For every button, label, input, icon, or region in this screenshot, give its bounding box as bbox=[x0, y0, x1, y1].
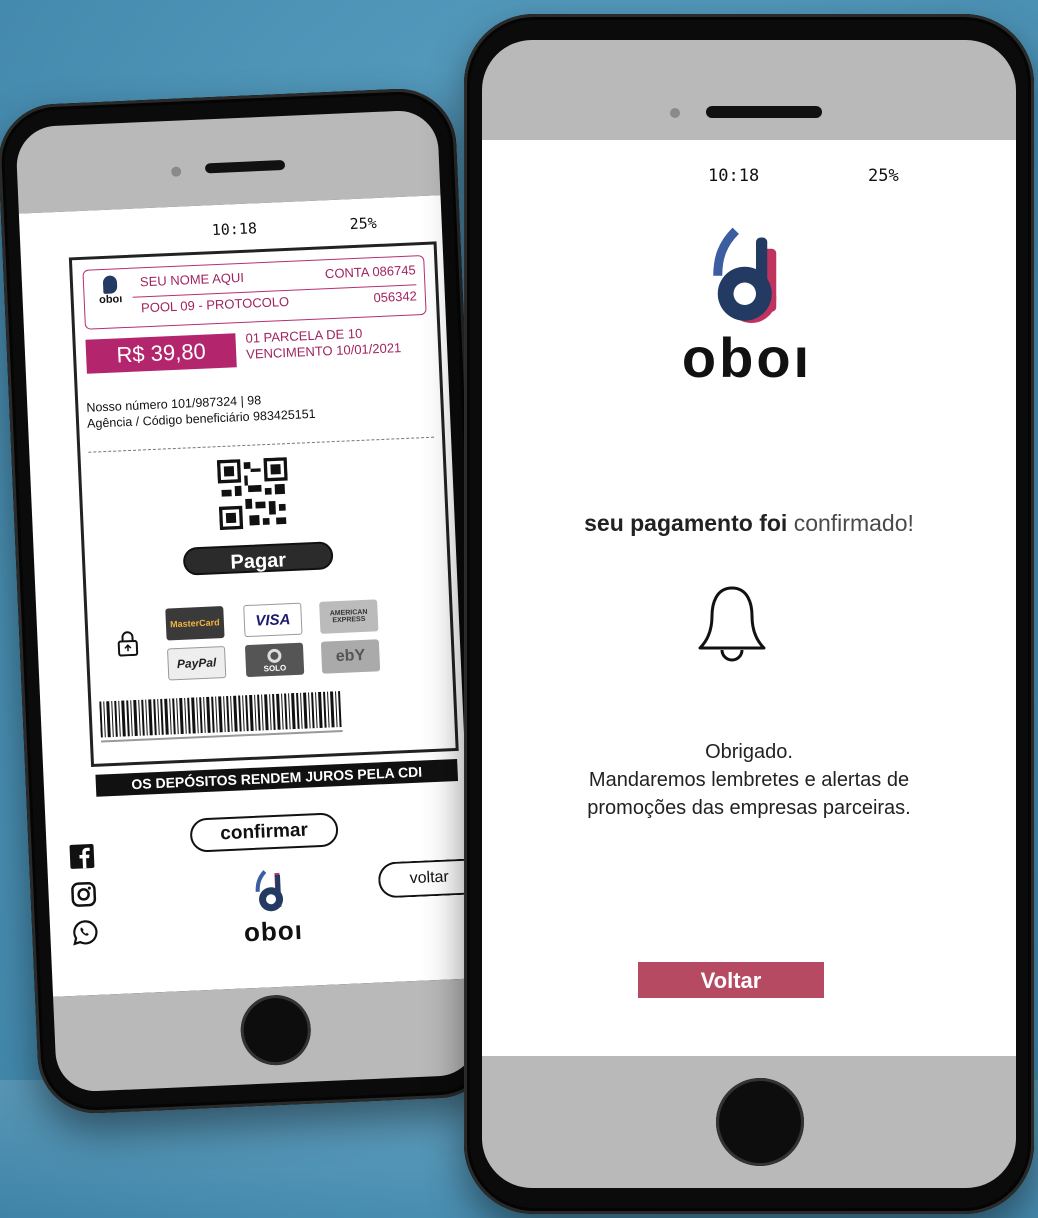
solo-label: SOLO bbox=[263, 662, 287, 673]
front-camera bbox=[670, 108, 680, 118]
account-number: CONTA 086745 bbox=[324, 262, 417, 282]
instagram-icon[interactable] bbox=[70, 881, 97, 908]
mastercard-icon: MasterCard bbox=[165, 606, 225, 641]
solo-mark-icon bbox=[267, 648, 282, 663]
solo-icon: SOLO bbox=[244, 642, 305, 678]
amount-badge: R$ 39,80 bbox=[85, 333, 237, 374]
boleto-card: oboı SEU NOME AQUI CONTA 086745 POOL 09 … bbox=[68, 241, 459, 767]
home-button[interactable] bbox=[716, 1078, 804, 1166]
logo-wordmark: oboı bbox=[243, 914, 304, 948]
facebook-icon[interactable] bbox=[68, 843, 95, 870]
dashed-divider bbox=[88, 436, 435, 453]
back-button[interactable]: Voltar bbox=[638, 962, 824, 998]
logo-mark-icon bbox=[713, 227, 777, 323]
status-battery: 25% bbox=[868, 166, 899, 186]
front-camera bbox=[170, 166, 182, 177]
pay-button[interactable]: Pagar bbox=[182, 541, 334, 576]
oboi-mini-logo: oboı bbox=[92, 275, 129, 307]
back-button-small[interactable]: voltar bbox=[377, 858, 475, 899]
confirm-text-part1: seu pagamento foi bbox=[584, 510, 788, 536]
status-time: 10:18 bbox=[211, 219, 258, 240]
logo-wordmark: oboı bbox=[98, 293, 123, 307]
bottom-bezel bbox=[53, 978, 479, 1093]
thanks-line-1: Obrigado. bbox=[705, 741, 793, 763]
status-battery: 25% bbox=[349, 213, 378, 234]
status-time: 10:18 bbox=[708, 166, 760, 186]
confirmation-screen: 10:18 25% oboı seu pagamento foi confirm… bbox=[482, 140, 1016, 1056]
ebay-icon: ebY bbox=[320, 639, 381, 674]
logo-mark-icon bbox=[255, 870, 284, 912]
boleto-header: oboı SEU NOME AQUI CONTA 086745 POOL 09 … bbox=[82, 254, 427, 330]
thanks-message: Obrigado. Mandaremos lembretes e alertas… bbox=[482, 738, 1016, 822]
installment-info: 01 PARCELA DE 10 VENCIMENTO 10/01/2021 bbox=[245, 324, 401, 363]
cdi-banner: OS DEPÓSITOS RENDEM JUROS PELA CDI bbox=[95, 758, 459, 797]
top-bezel bbox=[482, 40, 1016, 140]
thanks-line-3: promoções das empresas parceiras. bbox=[587, 797, 911, 819]
whatsapp-icon[interactable] bbox=[72, 919, 99, 946]
boleto-screen: 10:18 25% oboı SEU NOME AQUI CONTA 08674… bbox=[18, 195, 475, 997]
protocol-number: 056342 bbox=[373, 288, 418, 306]
oboi-logo: oboı bbox=[662, 226, 832, 390]
amex-icon: AMERICAN EXPRESS bbox=[319, 599, 379, 634]
home-button[interactable] bbox=[239, 993, 313, 1067]
paypal-icon: PayPal bbox=[166, 646, 227, 681]
qr-code-icon[interactable] bbox=[216, 457, 290, 531]
barcode-icon bbox=[99, 691, 343, 743]
account-holder-name: SEU NOME AQUI bbox=[139, 269, 245, 290]
phone-left: 10:18 25% oboı SEU NOME AQUI CONTA 08674… bbox=[0, 86, 498, 1116]
earpiece-speaker bbox=[204, 159, 286, 174]
payment-confirmed-message: seu pagamento foi confirmado! bbox=[482, 510, 1016, 537]
thanks-line-2: Mandaremos lembretes e alertas de bbox=[588, 769, 910, 791]
pool-label: POOL 09 - PROTOCOLO bbox=[140, 293, 290, 316]
bell-icon bbox=[698, 586, 766, 662]
confirm-text-part2: confirmado! bbox=[793, 510, 914, 536]
earpiece-speaker bbox=[706, 106, 822, 118]
lock-icon bbox=[116, 630, 139, 663]
phone-right: 10:18 25% oboı seu pagamento foi confirm… bbox=[464, 14, 1034, 1214]
confirm-button[interactable]: confirmar bbox=[189, 812, 339, 853]
bottom-logo: oboı bbox=[226, 867, 319, 949]
logo-wordmark: oboı bbox=[681, 326, 813, 389]
logo-mark-icon bbox=[102, 275, 118, 294]
visa-icon: VISA bbox=[243, 602, 303, 638]
payment-details: Nosso número 101/987324 | 98 Agência / C… bbox=[86, 390, 316, 432]
bottom-bezel bbox=[482, 1056, 1016, 1188]
